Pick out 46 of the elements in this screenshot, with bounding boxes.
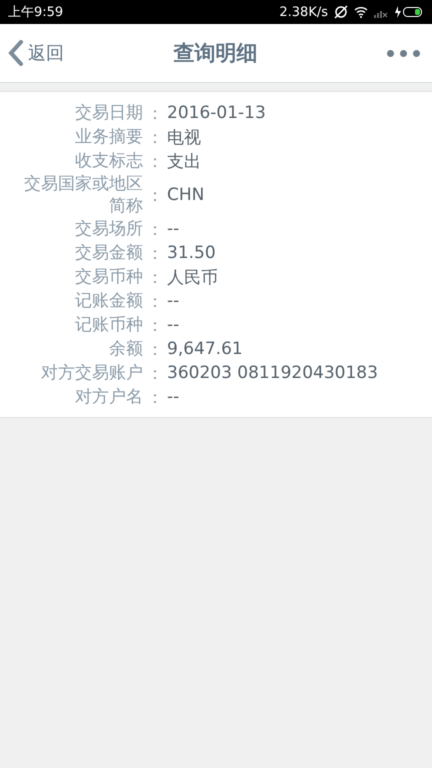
- network-speed: 2.38K/s: [279, 4, 328, 20]
- field-label: 业务摘要: [74, 126, 143, 148]
- colon: ：: [146, 290, 164, 312]
- chevron-left-icon: [8, 40, 24, 66]
- field-value: 人民币: [167, 266, 218, 288]
- colon: ：: [146, 218, 164, 240]
- field-value: --: [167, 219, 180, 239]
- back-button[interactable]: 返回: [8, 40, 64, 66]
- alarm-off-icon: [334, 5, 348, 19]
- colon: ：: [146, 386, 164, 408]
- field-value: 电视: [167, 126, 201, 148]
- field-label: 交易日期: [74, 102, 143, 124]
- field-value: 31.50: [167, 243, 216, 263]
- field-label: 交易金额: [74, 242, 143, 264]
- field-label: 记账金额: [74, 290, 143, 312]
- colon: ：: [146, 314, 164, 336]
- field-label: 记账币种: [74, 314, 143, 336]
- field-label: 余额: [108, 338, 143, 360]
- field-label: 收支标志: [74, 150, 143, 172]
- field-value: 9,647.61: [167, 339, 243, 359]
- status-time: 上午9:59: [8, 4, 64, 21]
- colon: ：: [146, 126, 164, 148]
- field-label: 交易场所: [74, 218, 143, 240]
- field-value: CHN: [167, 185, 204, 205]
- field-value: --: [167, 291, 180, 311]
- colon: ：: [146, 150, 164, 172]
- colon: ：: [146, 266, 164, 288]
- battery-icon: [394, 6, 424, 18]
- field-value: 2016-01-13: [167, 103, 266, 123]
- more-icon: [387, 50, 420, 56]
- page-title: 查询明细: [174, 40, 258, 67]
- field-label: 交易币种: [74, 266, 143, 288]
- field-label: 交易国家或地区简称: [23, 173, 143, 217]
- more-button[interactable]: [387, 50, 420, 56]
- colon: ：: [146, 102, 164, 124]
- wifi-icon: [354, 6, 368, 18]
- field-label: 对方交易账户: [40, 362, 143, 384]
- field-value: 支出: [167, 150, 201, 172]
- field-value: --: [167, 387, 180, 407]
- colon: ：: [146, 242, 164, 264]
- field-value: 360203 0811920430183: [167, 363, 378, 383]
- field-value: --: [167, 315, 180, 335]
- colon: ：: [146, 362, 164, 384]
- colon: ：: [146, 338, 164, 360]
- colon: ：: [146, 184, 164, 206]
- field-label: 对方户名: [74, 386, 143, 408]
